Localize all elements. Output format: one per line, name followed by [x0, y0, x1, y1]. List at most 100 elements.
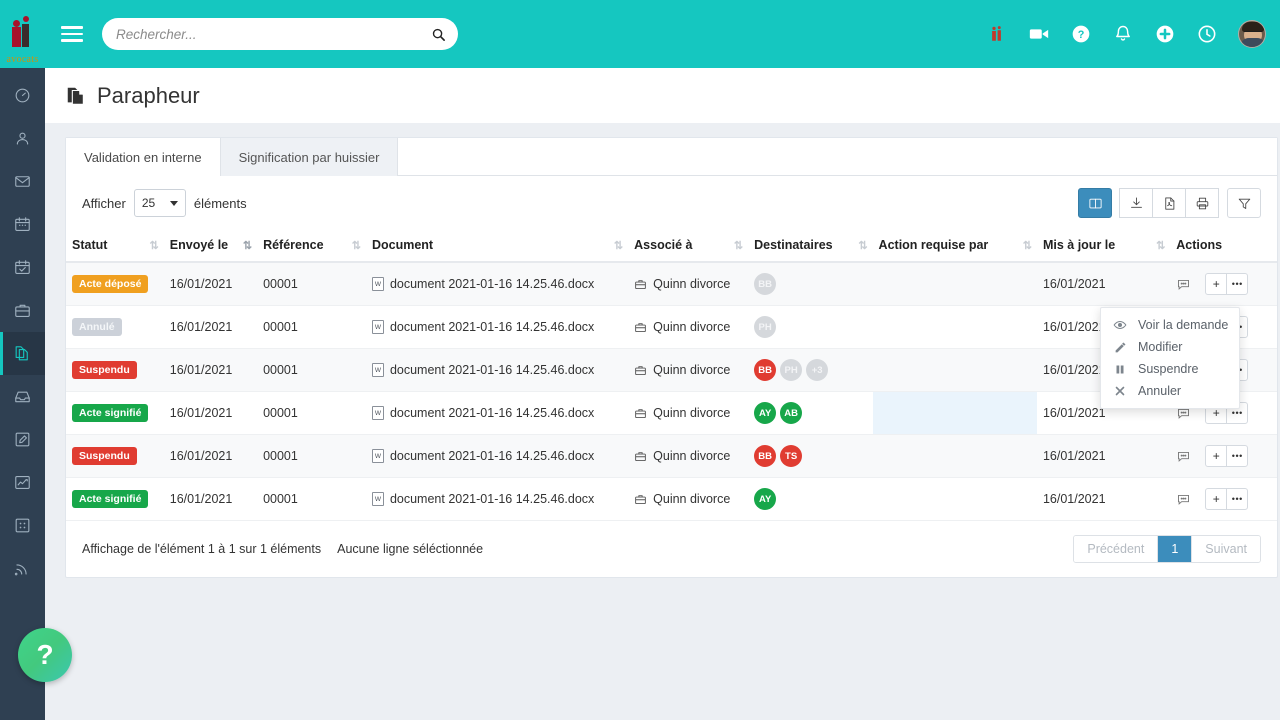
- bell-icon[interactable]: [1112, 23, 1134, 45]
- comment-icon[interactable]: [1176, 277, 1191, 292]
- sidebar-item-cases[interactable]: [0, 289, 45, 332]
- column-header-0[interactable]: Statut ⇅: [66, 230, 164, 263]
- column-header-1[interactable]: Envoyé le ⇅: [163, 230, 258, 263]
- tab-0[interactable]: Validation en interne: [66, 138, 221, 176]
- recipient-avatar[interactable]: AY: [754, 402, 777, 424]
- recipient-avatar[interactable]: PH: [754, 316, 777, 338]
- column-header-7[interactable]: Mis à jour le ⇅: [1036, 230, 1171, 263]
- app-logo[interactable]: avocats: [0, 0, 45, 68]
- recipient-avatar[interactable]: BB: [754, 359, 777, 381]
- cell-document[interactable]: Wdocument 2021-01-16 14.25.46.docx: [365, 262, 629, 306]
- row-more-button[interactable]: •••: [1226, 273, 1249, 295]
- sidebar-item-calendar[interactable]: [0, 203, 45, 246]
- cell-document[interactable]: Wdocument 2021-01-16 14.25.46.docx: [365, 477, 629, 521]
- cell-document[interactable]: Wdocument 2021-01-16 14.25.46.docx: [365, 348, 629, 392]
- column-header-4[interactable]: Associé à ⇅: [628, 230, 749, 263]
- plus-circle-icon[interactable]: [1154, 23, 1176, 45]
- dropdown-item-close-x[interactable]: Annuler: [1101, 380, 1239, 402]
- cell-associated[interactable]: Quinn divorce: [628, 391, 749, 435]
- sidebar-item-archive[interactable]: [0, 375, 45, 418]
- page-size-select[interactable]: 25: [133, 189, 186, 217]
- user-avatar[interactable]: [1238, 20, 1266, 48]
- cell-associated[interactable]: Quinn divorce: [628, 305, 749, 349]
- dropdown-item-pause[interactable]: Suspendre: [1101, 358, 1239, 380]
- cell-sent-on: 16/01/2021: [163, 391, 258, 435]
- download-button[interactable]: [1119, 188, 1153, 218]
- showing-info: Affichage de l'élément 1 à 1 sur 1 éléme…: [82, 542, 322, 556]
- case-name: Quinn divorce: [653, 449, 731, 463]
- recipient-avatar[interactable]: BB: [754, 273, 777, 295]
- cell-document[interactable]: Wdocument 2021-01-16 14.25.46.docx: [365, 305, 629, 349]
- column-header-6[interactable]: Action requise par ⇅: [872, 230, 1037, 263]
- pagination-page-1[interactable]: 1: [1158, 536, 1193, 562]
- cell-associated[interactable]: Quinn divorce: [628, 262, 749, 306]
- sidebar-item-feed[interactable]: [0, 547, 45, 590]
- logo-mark-icon: [6, 14, 40, 54]
- column-header-3[interactable]: Document ⇅: [365, 230, 629, 263]
- pdf-export-button[interactable]: [1152, 188, 1186, 218]
- pagination-prev[interactable]: Précédent: [1074, 536, 1159, 562]
- clock-icon[interactable]: [1196, 23, 1218, 45]
- filter-button[interactable]: [1227, 188, 1261, 218]
- pagination-next[interactable]: Suivant: [1192, 536, 1260, 562]
- cell-sent-on: 16/01/2021: [163, 348, 258, 392]
- dropdown-item-pencil[interactable]: Modifier: [1101, 336, 1239, 358]
- sidebar-item-modules[interactable]: [0, 504, 45, 547]
- table-row[interactable]: Acte signifié 16/01/2021 00001 Wdocument 20…: [66, 391, 1277, 435]
- search-input[interactable]: [114, 25, 431, 43]
- recipient-avatar[interactable]: AY: [754, 488, 777, 510]
- row-actions-dropdown[interactable]: Voir la demande Modifier Suspendre Annuler: [1100, 307, 1240, 409]
- cell-reference: 00001: [257, 262, 366, 306]
- sidebar-item-contacts[interactable]: [0, 117, 45, 160]
- table-row[interactable]: Acte déposé 16/01/2021 00001 Wdocument 2021…: [66, 262, 1277, 306]
- print-button[interactable]: [1185, 188, 1219, 218]
- cell-document[interactable]: Wdocument 2021-01-16 14.25.46.docx: [365, 391, 629, 435]
- sidebar-item-messages[interactable]: [0, 160, 45, 203]
- sidebar-item-parapheur[interactable]: [0, 332, 45, 375]
- recipient-avatar[interactable]: PH: [780, 359, 803, 381]
- help-fab-button[interactable]: ?: [18, 628, 72, 682]
- column-header-5[interactable]: Destinataires ⇅: [748, 230, 873, 263]
- topbar-actions: ?: [986, 20, 1266, 48]
- row-add-button[interactable]: +: [1205, 488, 1228, 510]
- table-row[interactable]: Acte signifié 16/01/2021 00001 Wdocument 20…: [66, 477, 1277, 521]
- recipient-avatar[interactable]: BB: [754, 445, 777, 467]
- gauge-icon: [15, 88, 30, 103]
- recipient-avatar[interactable]: AB: [780, 402, 803, 424]
- search-box[interactable]: [102, 18, 458, 50]
- columns-button[interactable]: [1078, 188, 1112, 218]
- cell-document[interactable]: Wdocument 2021-01-16 14.25.46.docx: [365, 434, 629, 478]
- briefcase-icon: [15, 304, 30, 317]
- parapheur-table: Statut ⇅ Envoyé le ⇅ Référence ⇅ Document ⇅ Asso…: [66, 230, 1277, 521]
- recipient-avatar[interactable]: +3: [806, 359, 829, 381]
- cell-associated[interactable]: Quinn divorce: [628, 477, 749, 521]
- table-row[interactable]: Suspendu 16/01/2021 00001 Wdocument 2021-01…: [66, 348, 1277, 392]
- table-row[interactable]: Suspendu 16/01/2021 00001 Wdocument 2021-01…: [66, 434, 1277, 478]
- sidebar-item-reports[interactable]: [0, 461, 45, 504]
- row-more-button[interactable]: •••: [1226, 445, 1249, 467]
- cell-associated[interactable]: Quinn divorce: [628, 434, 749, 478]
- sidebar-item-notes[interactable]: [0, 418, 45, 461]
- column-header-2[interactable]: Référence ⇅: [257, 230, 366, 263]
- video-camera-icon[interactable]: [1028, 23, 1050, 45]
- sidebar-item-tasks[interactable]: [0, 246, 45, 289]
- comment-icon[interactable]: [1176, 492, 1191, 507]
- row-add-button[interactable]: +: [1205, 445, 1228, 467]
- dropdown-item-eye[interactable]: Voir la demande: [1101, 314, 1239, 336]
- cell-associated[interactable]: Quinn divorce: [628, 348, 749, 392]
- tab-1[interactable]: Signification par huissier: [220, 138, 399, 176]
- cell-reference: 00001: [257, 391, 366, 435]
- table-row[interactable]: Annulé 16/01/2021 00001 Wdocument 2021-01-1…: [66, 305, 1277, 349]
- document-name: document 2021-01-16 14.25.46.docx: [389, 406, 595, 420]
- recipient-avatar[interactable]: TS: [780, 445, 803, 467]
- comment-icon[interactable]: [1176, 449, 1191, 464]
- lawyers-icon[interactable]: [986, 23, 1008, 45]
- help-circle-icon[interactable]: ?: [1070, 23, 1092, 45]
- menu-toggle-button[interactable]: [61, 22, 83, 46]
- row-more-button[interactable]: •••: [1226, 488, 1249, 510]
- printer-icon: [1196, 197, 1208, 209]
- grid-icon: [15, 518, 30, 533]
- row-add-button[interactable]: +: [1205, 273, 1228, 295]
- sidebar-item-dashboard[interactable]: [0, 74, 45, 117]
- sort-icon: ⇅: [351, 240, 361, 252]
